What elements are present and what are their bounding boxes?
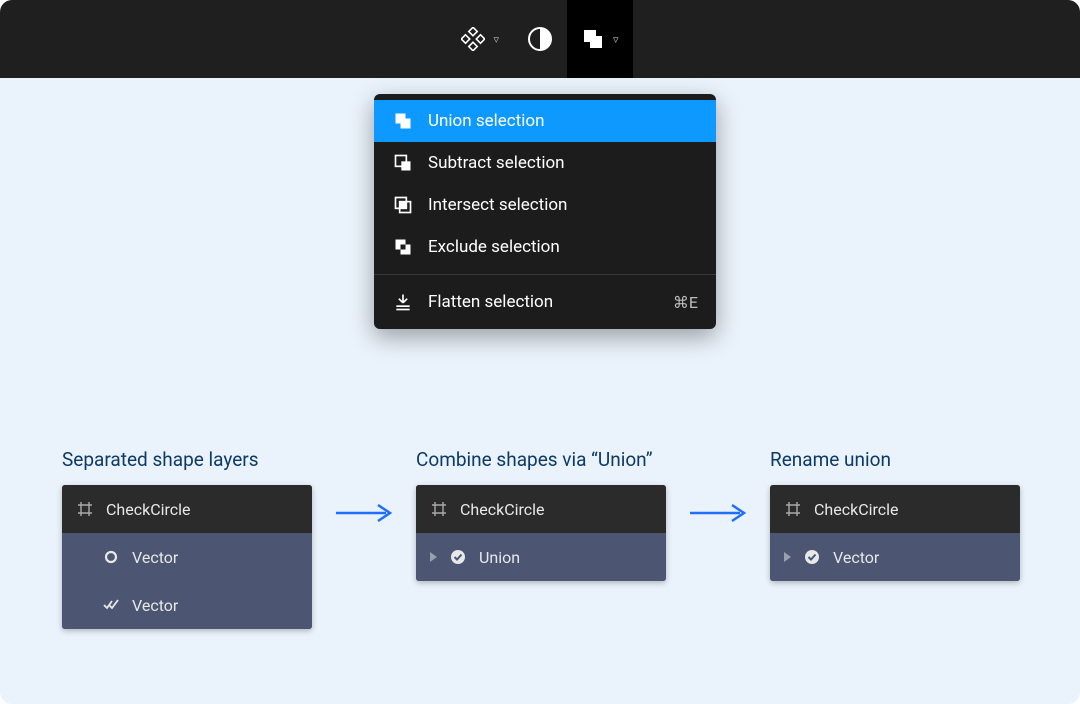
layer-row[interactable]: Vector: [770, 533, 1020, 581]
layer-label: Union: [479, 548, 520, 567]
layer-label: CheckCircle: [460, 500, 545, 519]
menu-item-subtract[interactable]: Subtract selection: [374, 142, 716, 184]
layer-row[interactable]: Vector: [62, 581, 312, 629]
double-check-icon: [102, 596, 120, 614]
arrow-right-icon: [334, 501, 394, 525]
layer-frame-row[interactable]: CheckCircle: [62, 485, 312, 533]
menu-item-exclude[interactable]: Exclude selection: [374, 226, 716, 268]
check-circle-fill-icon: [449, 548, 467, 566]
layer-label: Vector: [132, 548, 178, 567]
panel-title: Separated shape layers: [62, 448, 312, 471]
menu-item-label: Subtract selection: [428, 153, 565, 173]
frame-icon: [76, 500, 94, 518]
menu-item-label: Flatten selection: [428, 292, 553, 312]
subtract-icon: [392, 152, 414, 174]
boolean-dropdown: Union selection Subtract selection Inter…: [374, 94, 716, 329]
components-icon: [461, 27, 485, 51]
menu-item-label: Exclude selection: [428, 237, 560, 257]
layer-label: CheckCircle: [106, 500, 191, 519]
layer-panel-2: CheckCircle Union: [416, 485, 666, 581]
layer-label: Vector: [833, 548, 879, 567]
circle-outline-icon: [102, 548, 120, 566]
layer-row[interactable]: Union: [416, 533, 666, 581]
example-panels-row: Separated shape layers CheckCircle Vecto…: [62, 448, 1040, 629]
check-circle-fill-icon: [803, 548, 821, 566]
panel-title: Combine shapes via “Union”: [416, 448, 666, 471]
union-icon: [581, 27, 605, 51]
contrast-icon: [527, 26, 553, 52]
layer-frame-row[interactable]: CheckCircle: [770, 485, 1020, 533]
arrow-right-icon: [688, 501, 748, 525]
menu-divider: [374, 274, 716, 275]
contrast-tool[interactable]: [513, 0, 567, 78]
components-tool[interactable]: ▿: [447, 0, 513, 78]
menu-item-flatten[interactable]: Flatten selection ⌘E: [374, 281, 716, 323]
menu-item-shortcut: ⌘E: [673, 293, 698, 312]
menu-item-union[interactable]: Union selection: [374, 100, 716, 142]
arrow: [688, 448, 748, 578]
menu-item-label: Intersect selection: [428, 195, 567, 215]
layer-panel-1: CheckCircle Vector Vector: [62, 485, 312, 629]
panel-title: Rename union: [770, 448, 1020, 471]
frame-icon: [430, 500, 448, 518]
panel-col-2: Combine shapes via “Union” CheckCircle U…: [416, 448, 666, 581]
panel-col-3: Rename union CheckCircle Vector: [770, 448, 1020, 581]
union-icon: [392, 110, 414, 132]
menu-item-label: Union selection: [428, 111, 544, 131]
exclude-icon: [392, 236, 414, 258]
layer-row[interactable]: Vector: [62, 533, 312, 581]
flatten-icon: [392, 291, 414, 313]
layer-panel-3: CheckCircle Vector: [770, 485, 1020, 581]
main-toolbar: ▿ ▿: [0, 0, 1080, 78]
layer-label: Vector: [132, 596, 178, 615]
caret-right-icon[interactable]: [430, 552, 437, 562]
chevron-down-icon: ▿: [493, 33, 499, 46]
caret-right-icon[interactable]: [784, 552, 791, 562]
layer-label: CheckCircle: [814, 500, 899, 519]
arrow: [334, 448, 394, 578]
tutorial-canvas: ▿ ▿ Union selection: [0, 0, 1080, 704]
menu-item-intersect[interactable]: Intersect selection: [374, 184, 716, 226]
frame-icon: [784, 500, 802, 518]
boolean-tool[interactable]: ▿: [567, 0, 633, 78]
intersect-icon: [392, 194, 414, 216]
layer-frame-row[interactable]: CheckCircle: [416, 485, 666, 533]
panel-col-1: Separated shape layers CheckCircle Vecto…: [62, 448, 312, 629]
chevron-down-icon: ▿: [613, 33, 619, 46]
